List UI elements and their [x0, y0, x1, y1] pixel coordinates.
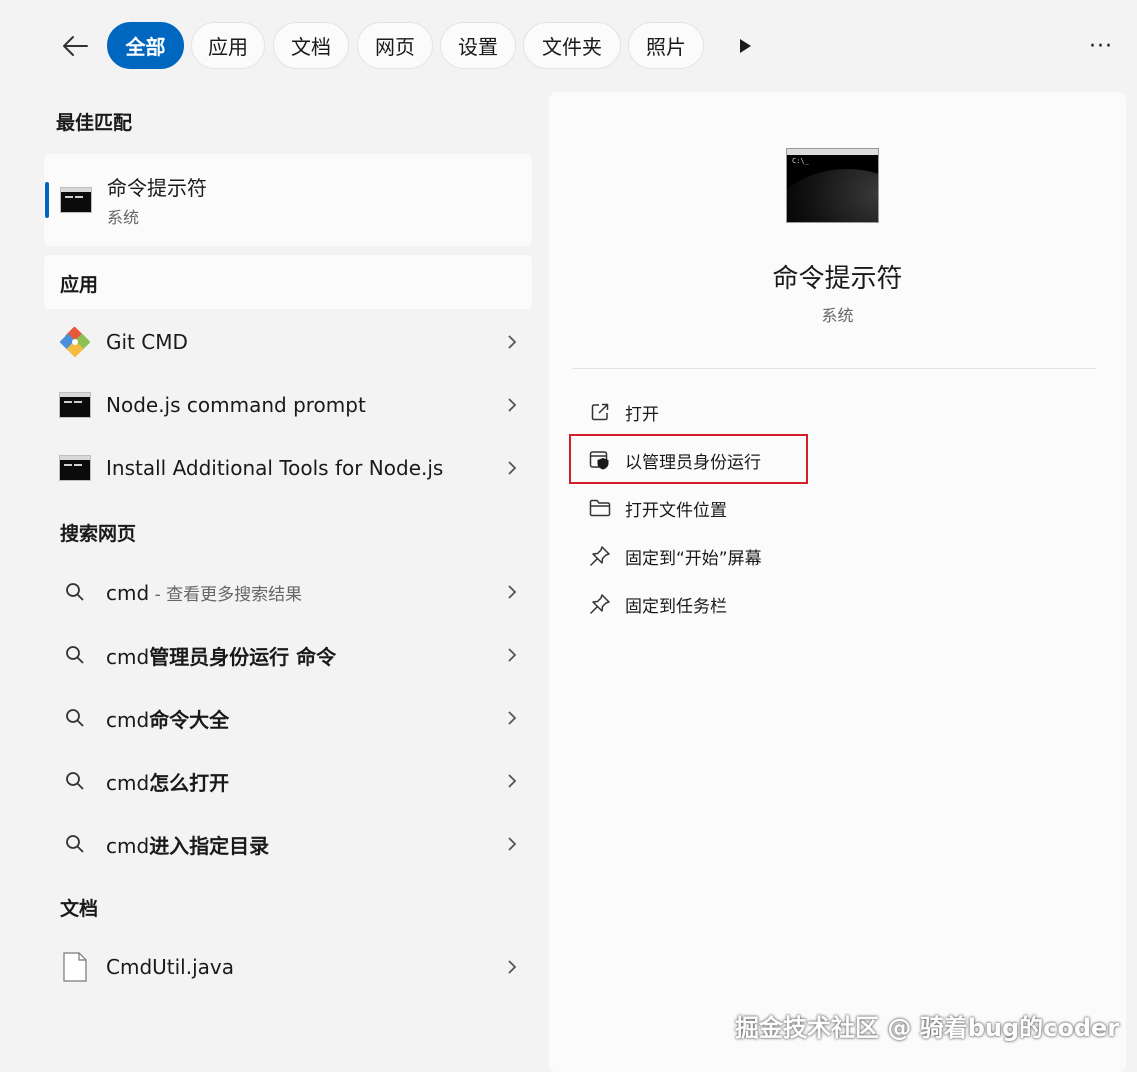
best-match-type: 系统	[107, 208, 140, 227]
git-icon	[60, 327, 90, 357]
web-item-label: cmd怎么打开	[106, 770, 230, 795]
pin-icon	[590, 546, 610, 566]
best-match-heading: 最佳匹配	[56, 112, 133, 134]
tab-folders[interactable]: 文件夹	[523, 22, 621, 69]
divider	[572, 368, 1096, 369]
doc-item-label: CmdUtil.java	[106, 955, 234, 979]
chevron-right-icon	[508, 960, 517, 974]
app-item-label: Node.js command prompt	[106, 393, 366, 417]
web-item[interactable]: cmd怎么打开	[44, 751, 532, 811]
web-item-label: cmd进入指定目录	[106, 833, 270, 858]
detail-subtitle: 系统	[821, 306, 854, 325]
watermark: 掘金技术社区 @ 骑着bug的coder	[735, 1014, 1120, 1042]
more-icon: ···	[1089, 33, 1113, 59]
pin-icon	[590, 594, 610, 614]
app-item-git-cmd[interactable]: Git CMD	[44, 312, 532, 372]
action-label: 固定到“开始”屏幕	[625, 548, 762, 569]
tab-apps[interactable]: 应用	[191, 22, 265, 69]
search-icon	[66, 835, 84, 853]
cmd-icon	[59, 392, 91, 418]
search-icon	[66, 709, 84, 727]
web-item[interactable]: cmd管理员身份运行 命令	[44, 625, 532, 685]
back-arrow-icon	[63, 36, 88, 56]
chevron-right-icon	[508, 398, 517, 412]
back-button[interactable]	[56, 28, 94, 64]
web-search-heading: 搜索网页	[60, 523, 137, 545]
app-item-label: Install Additional Tools for Node.js	[106, 456, 444, 480]
tab-settings[interactable]: 设置	[440, 22, 516, 69]
chevron-right-icon	[508, 711, 517, 725]
more-filters-button[interactable]	[730, 30, 760, 62]
web-item-label: cmd - 查看更多搜索结果	[106, 580, 303, 605]
app-item-install-tools[interactable]: Install Additional Tools for Node.js	[44, 438, 532, 498]
cmd-icon	[59, 455, 91, 481]
cmd-large-icon: C:\_	[786, 148, 879, 223]
action-label: 固定到任务栏	[625, 596, 727, 617]
web-item-label: cmd管理员身份运行 命令	[106, 644, 337, 669]
action-open[interactable]: 打开	[575, 389, 659, 435]
best-match-name: 命令提示符	[107, 176, 207, 200]
action-open-file-location[interactable]: 打开文件位置	[575, 485, 727, 531]
chevron-right-icon	[508, 585, 517, 599]
apps-heading: 应用	[60, 274, 99, 296]
tab-documents[interactable]: 文档	[273, 22, 349, 69]
search-icon	[66, 583, 84, 601]
chevron-right-icon	[508, 335, 517, 349]
chevron-right-icon	[508, 774, 517, 788]
search-icon	[66, 646, 84, 664]
action-label: 打开文件位置	[625, 500, 727, 521]
chevron-right-icon	[508, 837, 517, 851]
apps-heading-bar	[44, 255, 532, 309]
open-external-icon	[591, 403, 609, 421]
action-pin-to-taskbar[interactable]: 固定到任务栏	[575, 581, 727, 627]
chevron-right-icon	[508, 461, 517, 475]
documents-heading: 文档	[60, 898, 99, 920]
app-item-label: Git CMD	[106, 330, 188, 354]
web-item[interactable]: cmd命令大全	[44, 688, 532, 748]
app-item-nodejs-prompt[interactable]: Node.js command prompt	[44, 375, 532, 435]
search-icon	[66, 772, 84, 790]
tab-photos[interactable]: 照片	[628, 22, 704, 69]
action-label: 打开	[625, 404, 659, 425]
web-item[interactable]: cmd - 查看更多搜索结果	[44, 562, 532, 622]
folder-icon	[589, 499, 611, 517]
chevron-right-icon	[508, 648, 517, 662]
highlight-box	[569, 434, 808, 484]
tab-all[interactable]: 全部	[107, 22, 184, 69]
tab-web[interactable]: 网页	[357, 22, 433, 69]
detail-title: 命令提示符	[772, 264, 903, 294]
selection-indicator	[45, 182, 49, 218]
document-icon	[63, 952, 87, 982]
web-item-label: cmd命令大全	[106, 707, 230, 732]
web-item[interactable]: cmd进入指定目录	[44, 814, 532, 874]
doc-item-cmdutil[interactable]: CmdUtil.java	[44, 937, 532, 997]
cmd-app-icon	[60, 187, 92, 213]
more-options-button[interactable]: ···	[1080, 30, 1122, 62]
action-pin-to-start[interactable]: 固定到“开始”屏幕	[575, 533, 762, 579]
play-icon	[740, 39, 751, 53]
